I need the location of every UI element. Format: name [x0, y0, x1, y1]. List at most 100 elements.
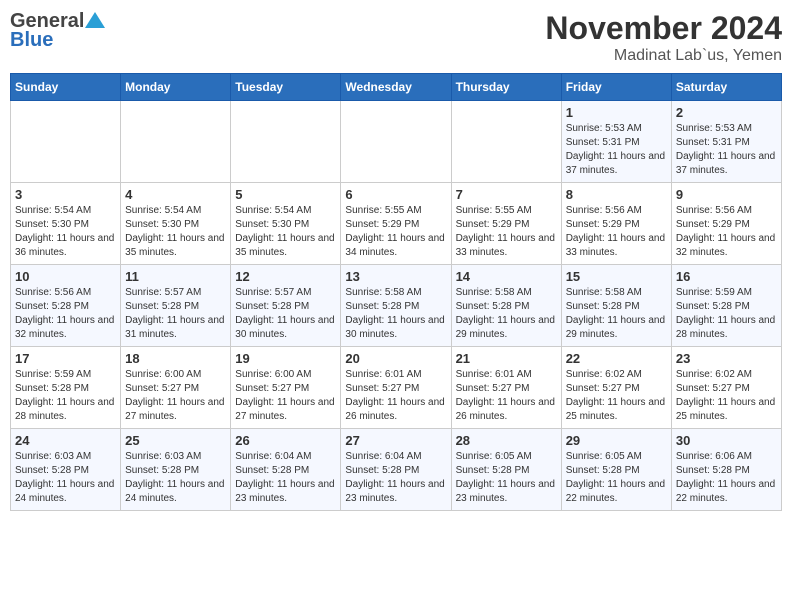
- day-info: Sunrise: 6:00 AM Sunset: 5:27 PM Dayligh…: [125, 368, 226, 424]
- day-number: 7: [456, 187, 557, 202]
- day-number: 25: [125, 433, 226, 448]
- calendar-cell: 9 Sunrise: 5:56 AM Sunset: 5:29 PM Daylig…: [671, 183, 781, 265]
- day-number: 22: [566, 351, 667, 366]
- day-number: 21: [456, 351, 557, 366]
- day-number: 27: [345, 433, 446, 448]
- calendar-cell: 6 Sunrise: 5:55 AM Sunset: 5:29 PM Daylig…: [341, 183, 451, 265]
- day-number: 23: [676, 351, 777, 366]
- day-number: 12: [235, 269, 336, 284]
- day-number: 3: [15, 187, 116, 202]
- day-number: 17: [15, 351, 116, 366]
- day-of-week-header: Friday: [561, 74, 671, 101]
- day-number: 11: [125, 269, 226, 284]
- calendar-week-row: 17 Sunrise: 5:59 AM Sunset: 5:28 PM Dayli…: [11, 347, 782, 429]
- calendar-cell: 11 Sunrise: 5:57 AM Sunset: 5:28 PM Dayli…: [121, 265, 231, 347]
- day-info: Sunrise: 6:06 AM Sunset: 5:28 PM Dayligh…: [676, 450, 777, 506]
- calendar-cell: 25Sunrise: 6:03 AM Sunset: 5:28 PM Dayli…: [121, 429, 231, 511]
- calendar-cell: 21Sunrise: 6:01 AM Sunset: 5:27 PM Dayli…: [451, 347, 561, 429]
- day-number: 26: [235, 433, 336, 448]
- day-number: 5: [235, 187, 336, 202]
- day-number: 1: [566, 105, 667, 120]
- day-info: Sunrise: 5:54 AM Sunset: 5:30 PM Dayligh…: [125, 204, 226, 260]
- day-number: 29: [566, 433, 667, 448]
- day-info: Sunrise: 5:56 AM Sunset: 5:28 PM Dayligh…: [15, 286, 116, 342]
- title-block: November 2024 Madinat Lab`us, Yemen: [545, 10, 782, 65]
- day-number: 14: [456, 269, 557, 284]
- day-number: 18: [125, 351, 226, 366]
- day-info: Sunrise: 5:55 AM Sunset: 5:29 PM Dayligh…: [456, 204, 557, 260]
- calendar-cell: 5 Sunrise: 5:54 AM Sunset: 5:30 PM Daylig…: [231, 183, 341, 265]
- calendar-cell: [121, 101, 231, 183]
- calendar-cell: 27 Sunrise: 6:04 AM Sunset: 5:28 PM Dayli…: [341, 429, 451, 511]
- day-number: 10: [15, 269, 116, 284]
- day-info: Sunrise: 6:02 AM Sunset: 5:27 PM Dayligh…: [676, 368, 777, 424]
- day-of-week-header: Thursday: [451, 74, 561, 101]
- calendar-cell: 19 Sunrise: 6:00 AM Sunset: 5:27 PM Dayli…: [231, 347, 341, 429]
- day-info: Sunrise: 5:58 AM Sunset: 5:28 PM Dayligh…: [456, 286, 557, 342]
- day-number: 30: [676, 433, 777, 448]
- day-info: Sunrise: 5:59 AM Sunset: 5:28 PM Dayligh…: [676, 286, 777, 342]
- day-info: Sunrise: 5:57 AM Sunset: 5:28 PM Dayligh…: [235, 286, 336, 342]
- calendar-cell: 30 Sunrise: 6:06 AM Sunset: 5:28 PM Dayli…: [671, 429, 781, 511]
- calendar-header-row: SundayMondayTuesdayWednesdayThursdayFrid…: [11, 74, 782, 101]
- logo: General Blue: [10, 10, 105, 52]
- calendar-cell: 8Sunrise: 5:56 AM Sunset: 5:29 PM Daylig…: [561, 183, 671, 265]
- day-number: 19: [235, 351, 336, 366]
- calendar-cell: 29 Sunrise: 6:05 AM Sunset: 5:28 PM Dayli…: [561, 429, 671, 511]
- day-of-week-header: Tuesday: [231, 74, 341, 101]
- day-info: Sunrise: 5:56 AM Sunset: 5:29 PM Dayligh…: [566, 204, 667, 260]
- calendar-cell: 28 Sunrise: 6:05 AM Sunset: 5:28 PM Dayli…: [451, 429, 561, 511]
- calendar-cell: [341, 101, 451, 183]
- calendar-cell: 4 Sunrise: 5:54 AM Sunset: 5:30 PM Daylig…: [121, 183, 231, 265]
- day-number: 28: [456, 433, 557, 448]
- day-of-week-header: Saturday: [671, 74, 781, 101]
- day-of-week-header: Sunday: [11, 74, 121, 101]
- calendar-cell: 14 Sunrise: 5:58 AM Sunset: 5:28 PM Dayli…: [451, 265, 561, 347]
- day-number: 6: [345, 187, 446, 202]
- calendar-cell: 3Sunrise: 5:54 AM Sunset: 5:30 PM Daylig…: [11, 183, 121, 265]
- calendar-cell: 18 Sunrise: 6:00 AM Sunset: 5:27 PM Dayli…: [121, 347, 231, 429]
- calendar-cell: [231, 101, 341, 183]
- day-number: 13: [345, 269, 446, 284]
- calendar-cell: 22 Sunrise: 6:02 AM Sunset: 5:27 PM Dayli…: [561, 347, 671, 429]
- day-info: Sunrise: 6:05 AM Sunset: 5:28 PM Dayligh…: [456, 450, 557, 506]
- calendar-title: November 2024: [545, 10, 782, 47]
- calendar-cell: 20 Sunrise: 6:01 AM Sunset: 5:27 PM Dayli…: [341, 347, 451, 429]
- calendar-cell: 26 Sunrise: 6:04 AM Sunset: 5:28 PM Dayli…: [231, 429, 341, 511]
- day-number: 15: [566, 269, 667, 284]
- calendar-cell: 7 Sunrise: 5:55 AM Sunset: 5:29 PM Daylig…: [451, 183, 561, 265]
- logo-icon: [85, 10, 105, 30]
- calendar-cell: 10 Sunrise: 5:56 AM Sunset: 5:28 PM Dayli…: [11, 265, 121, 347]
- calendar-week-row: 3 Sunrise: 5:54 AM Sunset: 5:30 PM Daylig…: [11, 183, 782, 265]
- day-info: Sunrise: 5:58 AM Sunset: 5:28 PM Dayligh…: [566, 286, 667, 342]
- day-info: Sunrise: 5:59 AM Sunset: 5:28 PM Dayligh…: [15, 368, 116, 424]
- calendar-week-row: 24 Sunrise: 6:03 AM Sunset: 5:28 PM Dayli…: [11, 429, 782, 511]
- day-of-week-header: Monday: [121, 74, 231, 101]
- day-number: 24: [15, 433, 116, 448]
- calendar-cell: 16Sunrise: 5:59 AM Sunset: 5:28 PM Dayli…: [671, 265, 781, 347]
- calendar-week-row: 1Sunrise: 5:53 AM Sunset: 5:31 PM Daylig…: [11, 101, 782, 183]
- day-info: Sunrise: 6:05 AM Sunset: 5:28 PM Dayligh…: [566, 450, 667, 506]
- day-number: 20: [345, 351, 446, 366]
- calendar-week-row: 10 Sunrise: 5:56 AM Sunset: 5:28 PM Dayli…: [11, 265, 782, 347]
- calendar-cell: 23 Sunrise: 6:02 AM Sunset: 5:27 PM Dayli…: [671, 347, 781, 429]
- calendar-cell: 12 Sunrise: 5:57 AM Sunset: 5:28 PM Dayli…: [231, 265, 341, 347]
- day-number: 4: [125, 187, 226, 202]
- day-info: Sunrise: 6:04 AM Sunset: 5:28 PM Dayligh…: [345, 450, 446, 506]
- day-info: Sunrise: 5:56 AM Sunset: 5:29 PM Dayligh…: [676, 204, 777, 260]
- day-info: Sunrise: 5:55 AM Sunset: 5:29 PM Dayligh…: [345, 204, 446, 260]
- day-number: 2: [676, 105, 777, 120]
- day-info: Sunrise: 6:04 AM Sunset: 5:28 PM Dayligh…: [235, 450, 336, 506]
- day-info: Sunrise: 6:01 AM Sunset: 5:27 PM Dayligh…: [345, 368, 446, 424]
- day-info: Sunrise: 6:00 AM Sunset: 5:27 PM Dayligh…: [235, 368, 336, 424]
- day-info: Sunrise: 6:03 AM Sunset: 5:28 PM Dayligh…: [15, 450, 116, 506]
- day-info: Sunrise: 5:57 AM Sunset: 5:28 PM Dayligh…: [125, 286, 226, 342]
- calendar-cell: 15 Sunrise: 5:58 AM Sunset: 5:28 PM Dayli…: [561, 265, 671, 347]
- day-number: 9: [676, 187, 777, 202]
- day-info: Sunrise: 5:54 AM Sunset: 5:30 PM Dayligh…: [235, 204, 336, 260]
- calendar-cell: 2Sunrise: 5:53 AM Sunset: 5:31 PM Daylig…: [671, 101, 781, 183]
- day-info: Sunrise: 6:02 AM Sunset: 5:27 PM Dayligh…: [566, 368, 667, 424]
- calendar-cell: 24 Sunrise: 6:03 AM Sunset: 5:28 PM Dayli…: [11, 429, 121, 511]
- calendar-cell: [451, 101, 561, 183]
- calendar-cell: 17 Sunrise: 5:59 AM Sunset: 5:28 PM Dayli…: [11, 347, 121, 429]
